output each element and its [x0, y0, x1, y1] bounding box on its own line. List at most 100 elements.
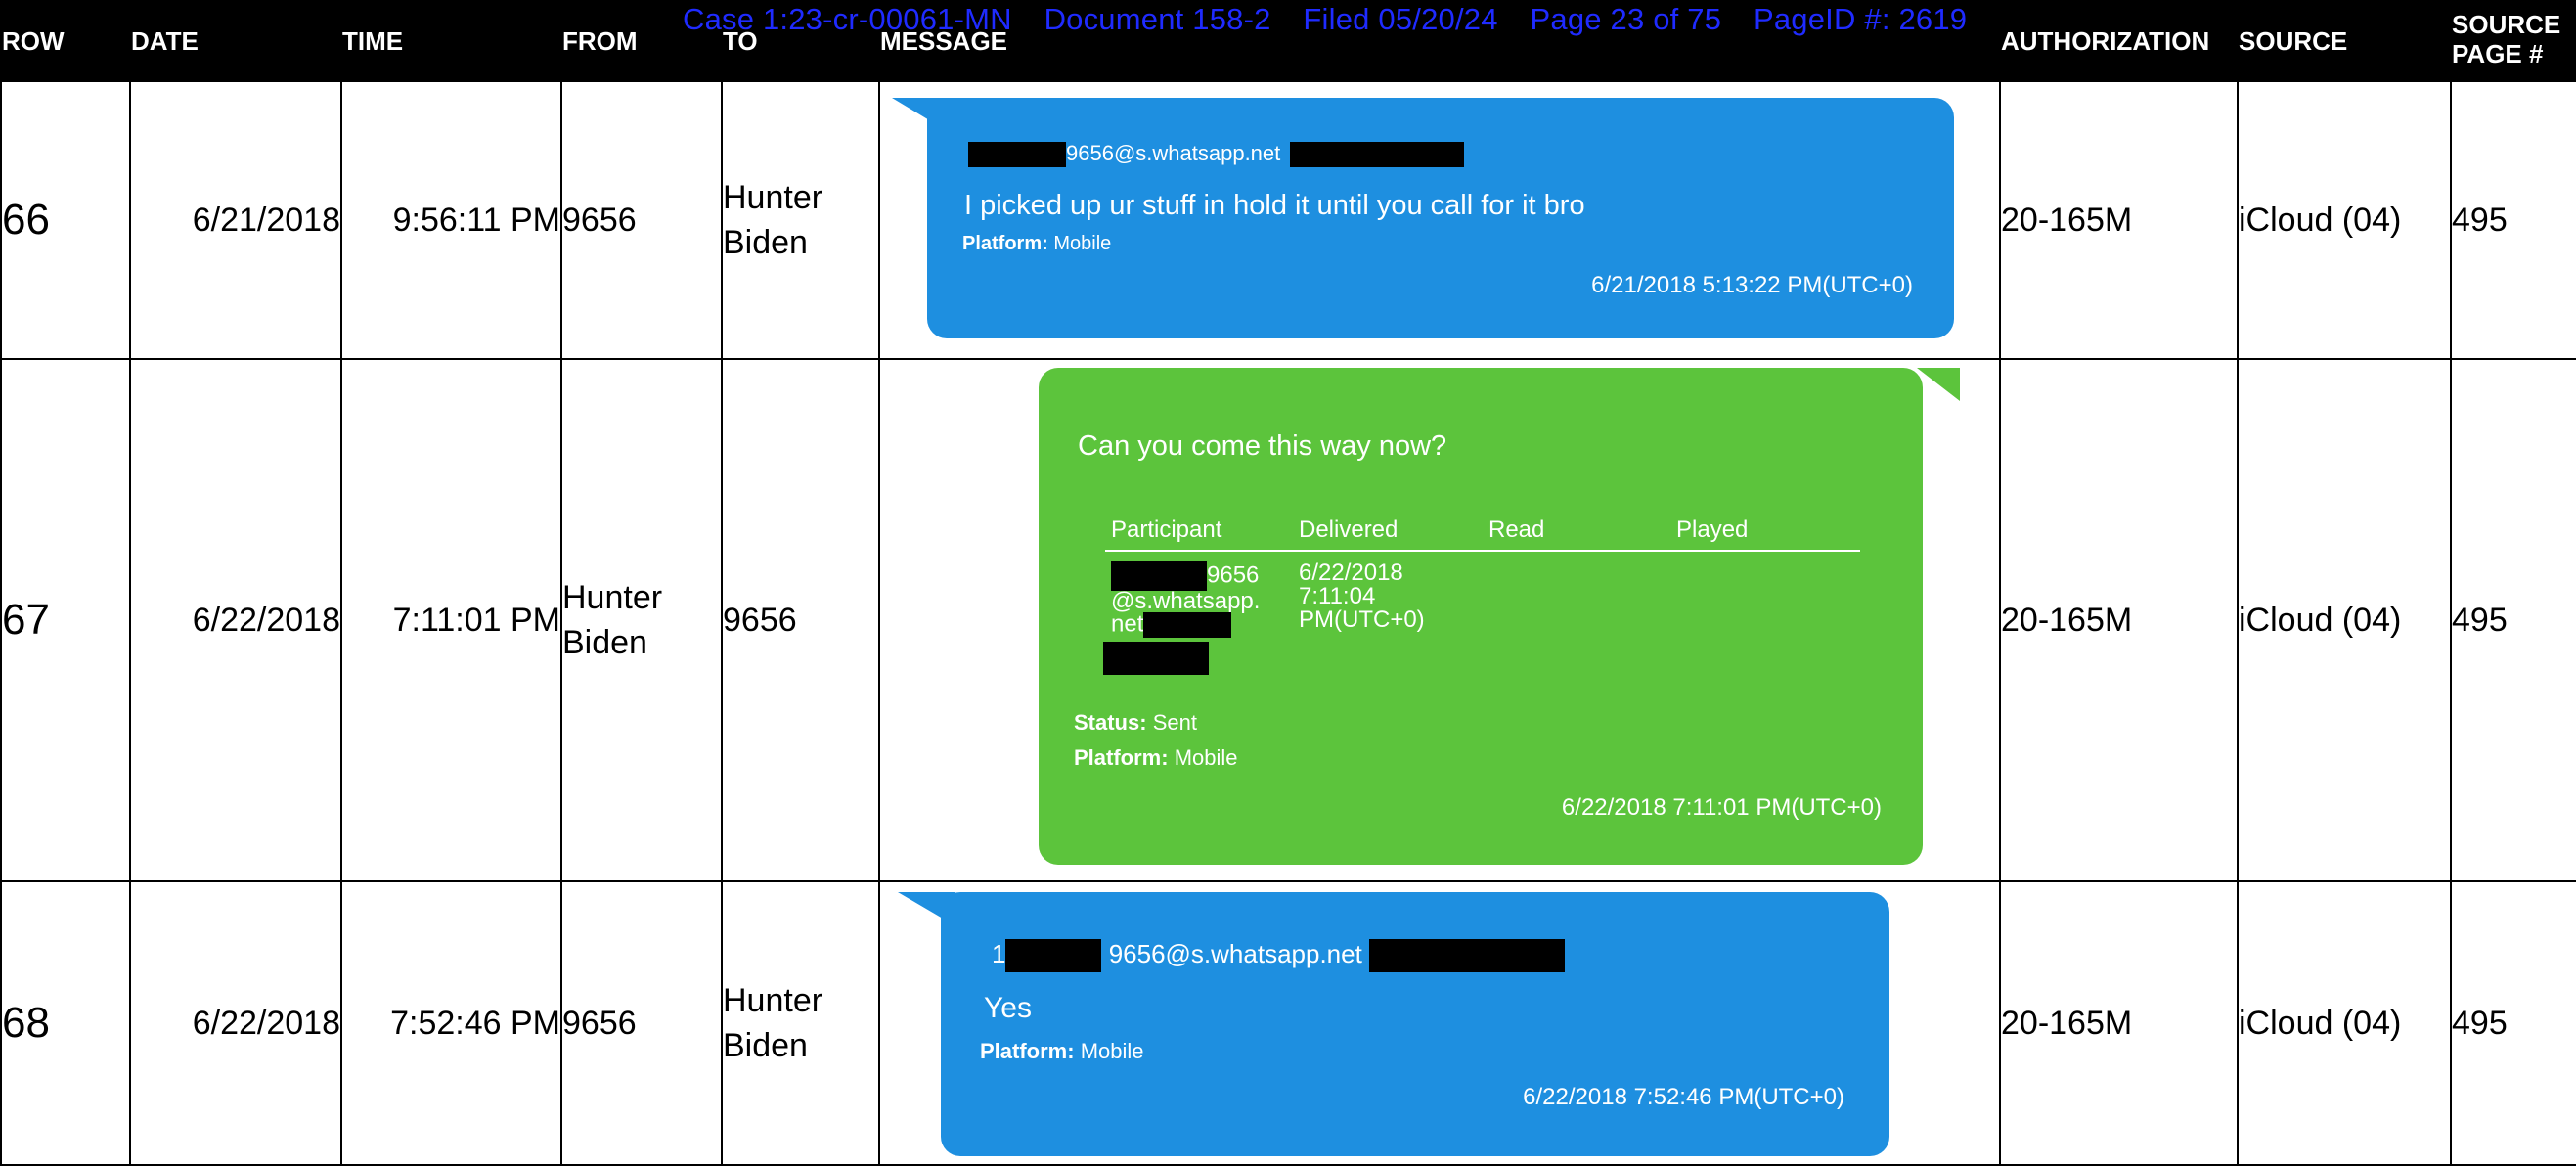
source-page-cell: 495	[2450, 80, 2576, 360]
to-cell: 9656	[721, 358, 880, 882]
participant-line1: 9656	[1207, 561, 1260, 589]
sender-line: 1 9656@s.whatsapp.net	[992, 939, 1566, 973]
sender-address: 9656@s.whatsapp.net	[1066, 141, 1281, 165]
participants-header-participant: Participant	[1111, 516, 1222, 543]
message-cell: 1 9656@s.whatsapp.net Yes Platform: Mobi…	[878, 880, 2001, 1166]
row-number: 66	[0, 80, 131, 360]
status-label: Status:	[1074, 710, 1147, 735]
platform-label: Platform:	[962, 233, 1048, 254]
delivered-time: 6/22/2018 7:11:04 PM(UTC+0)	[1299, 561, 1425, 632]
col-header-authorization: AUTHORIZATION	[1999, 0, 2239, 82]
platform-label: Platform:	[1074, 745, 1169, 770]
to-line1: 9656	[723, 602, 797, 639]
platform-value: Mobile	[1174, 745, 1238, 770]
date-cell: 6/22/2018	[129, 880, 342, 1166]
row-number: 68	[0, 880, 131, 1166]
message-timestamp: 6/21/2018 5:13:22 PM(UTC+0)	[1591, 272, 1913, 298]
redaction-box	[1290, 142, 1465, 168]
participants-header-delivered: Delivered	[1299, 516, 1399, 543]
sender-address: 9656@s.whatsapp.net	[1108, 939, 1362, 968]
col-header-source-page-line2: PAGE #	[2452, 39, 2544, 68]
message-text: Yes	[984, 992, 1032, 1024]
from-line2: Biden	[562, 624, 647, 661]
stamp-filed: Filed 05/20/24	[1303, 2, 1498, 36]
stamp-page: Page 23 of 75	[1530, 2, 1722, 36]
status-value: Sent	[1152, 710, 1197, 735]
bubble-tail	[1917, 368, 1960, 401]
message-bubble: Can you come this way now? Participant D…	[1039, 368, 1923, 865]
redaction-box	[1143, 612, 1232, 638]
to-line2: Biden	[723, 224, 808, 261]
message-text: Can you come this way now?	[1078, 430, 1447, 462]
message-bubble: 1 9656@s.whatsapp.net Yes Platform: Mobi…	[941, 892, 1889, 1156]
to-line2: Biden	[723, 1027, 808, 1064]
col-header-time: TIME	[340, 0, 562, 82]
from-line1: Hunter	[562, 579, 663, 616]
source-cell: iCloud (04)	[2237, 80, 2452, 360]
from-cell: 9656	[560, 880, 723, 1166]
from-line1: 9656	[562, 202, 637, 239]
redaction-box	[1369, 939, 1566, 973]
time-cell: 7:11:01 PM	[340, 358, 562, 882]
table-row: 67 6/22/2018 7:11:01 PM Hunter Biden 9656…	[0, 358, 2576, 882]
redaction-box	[1103, 642, 1209, 675]
date-cell: 6/22/2018	[129, 358, 342, 882]
col-header-source-page-line1: SOURCE	[2452, 10, 2561, 39]
to-cell: Hunter Biden	[721, 880, 880, 1166]
platform-line: Platform: Mobile	[962, 233, 1111, 255]
col-header-source: SOURCE	[2237, 0, 2452, 82]
source-cell: iCloud (04)	[2237, 358, 2452, 882]
col-header-date: DATE	[129, 0, 342, 82]
authorization-cell: 20-165M	[1999, 880, 2239, 1166]
to-line1: Hunter	[723, 179, 823, 216]
platform-value: Mobile	[1053, 233, 1112, 254]
from-line1: 9656	[562, 1005, 637, 1042]
platform-line: Platform: Mobile	[980, 1039, 1144, 1064]
to-cell: Hunter Biden	[721, 80, 880, 360]
court-filing-stamp: Case 1:23-cr-00061-MN Document 158-2 Fil…	[683, 2, 1990, 37]
message-timestamp: 6/22/2018 7:52:46 PM(UTC+0)	[1523, 1084, 1844, 1110]
source-page-cell: 495	[2450, 880, 2576, 1166]
delivered-line2: 7:11:04	[1299, 583, 1376, 609]
redaction-box	[1111, 561, 1207, 591]
participant-line3: net	[1111, 610, 1144, 638]
redaction-box	[1005, 939, 1102, 973]
stamp-document: Document 158-2	[1044, 2, 1271, 36]
message-timestamp: 6/22/2018 7:11:01 PM(UTC+0)	[1561, 794, 1882, 821]
row-number: 67	[0, 358, 131, 882]
table-row: 66 6/21/2018 9:56:11 PM 9656 Hunter Biden…	[0, 80, 2576, 360]
status-line: Status: Sent	[1074, 710, 1197, 736]
date-cell: 6/21/2018	[129, 80, 342, 360]
from-cell: Hunter Biden	[560, 358, 723, 882]
evidence-table: ROW DATE TIME FROM TO MESSAGE AUTHORIZAT…	[0, 0, 2576, 1166]
table-row: 68 6/22/2018 7:52:46 PM 9656 Hunter Biden…	[0, 880, 2576, 1166]
platform-label: Platform:	[980, 1039, 1075, 1063]
participants-divider	[1105, 550, 1860, 552]
stamp-case: Case 1:23-cr-00061-MN	[683, 2, 1012, 36]
time-cell: 9:56:11 PM	[340, 80, 562, 360]
participants-header-played: Played	[1676, 516, 1749, 543]
platform-line: Platform: Mobile	[1074, 745, 1238, 771]
message-cell: Can you come this way now? Participant D…	[878, 358, 2001, 882]
participants-header-read: Read	[1488, 516, 1545, 543]
sender-line: 9656@s.whatsapp.net	[968, 141, 1465, 168]
col-header-source-page: SOURCE PAGE #	[2450, 0, 2576, 82]
redaction-box	[968, 142, 1066, 168]
message-text: I picked up ur stuff in hold it until yo…	[964, 190, 1585, 221]
from-cell: 9656	[560, 80, 723, 360]
to-line1: Hunter	[723, 982, 823, 1019]
sender-prefix: 1	[992, 939, 1006, 968]
participant-id: 9656 @s.whatsapp. net	[1111, 561, 1260, 638]
source-cell: iCloud (04)	[2237, 880, 2452, 1166]
message-cell: 9656@s.whatsapp.net I picked up ur stuff…	[878, 80, 2001, 360]
authorization-cell: 20-165M	[1999, 358, 2239, 882]
stamp-page-id: PageID #: 2619	[1753, 2, 1968, 36]
time-cell: 7:52:46 PM	[340, 880, 562, 1166]
delivered-line1: 6/22/2018	[1299, 560, 1403, 586]
authorization-cell: 20-165M	[1999, 80, 2239, 360]
source-page-cell: 495	[2450, 358, 2576, 882]
delivered-line3: PM(UTC+0)	[1299, 606, 1425, 633]
message-bubble: 9656@s.whatsapp.net I picked up ur stuff…	[927, 98, 1954, 338]
col-header-row: ROW	[0, 0, 131, 82]
platform-value: Mobile	[1080, 1039, 1144, 1063]
